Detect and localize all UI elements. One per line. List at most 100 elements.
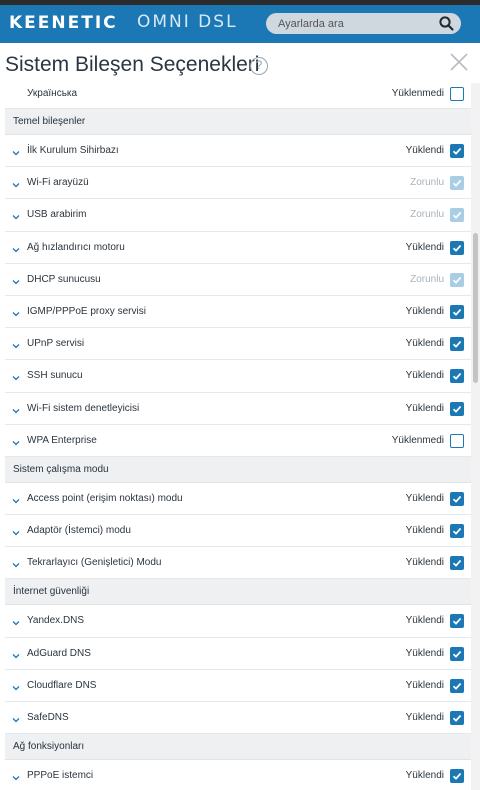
install-checkbox[interactable] — [450, 87, 464, 101]
component-row[interactable]: AdGuard DNS Yüklendi — [5, 637, 471, 670]
component-row[interactable]: Wi-Fi sistem denetleyicisi Yüklendi — [5, 392, 471, 425]
component-row[interactable]: SafeDNS Yüklendi — [5, 702, 471, 735]
section-title: İnternet güvenliği — [13, 586, 90, 598]
install-checkbox[interactable] — [450, 614, 464, 629]
component-status: Yüklendi — [405, 615, 444, 627]
component-row[interactable]: UPnP servisi Yüklendi — [5, 328, 471, 361]
chevron-down-icon[interactable] — [11, 648, 21, 659]
component-row[interactable]: Cloudflare DNS Yüklendi — [5, 669, 471, 702]
page-title: Sistem Bileşen Seçenekleri — [5, 53, 260, 76]
chevron-down-icon[interactable] — [11, 209, 21, 220]
component-status: Yüklendi — [405, 712, 444, 723]
install-checkbox[interactable] — [450, 769, 464, 784]
chevron-down-icon[interactable] — [11, 712, 21, 723]
component-row[interactable]: Wi-Fi arayüzü Zorunlu — [5, 167, 471, 200]
component-name: Українська — [27, 88, 78, 99]
component-name: Yandex.DNS — [27, 615, 85, 627]
component-row[interactable]: SSH sunucu Yüklendi — [5, 360, 471, 393]
component-status: Yüklendi — [405, 402, 444, 414]
install-checkbox — [450, 272, 464, 287]
close-icon[interactable] — [448, 51, 470, 73]
component-status: Zorunlu — [410, 273, 444, 285]
chevron-down-icon[interactable] — [11, 274, 21, 285]
install-checkbox[interactable] — [450, 369, 464, 384]
component-row[interactable]: Access point (erişim noktası) modu Yüklen… — [5, 482, 471, 516]
install-checkbox[interactable] — [450, 433, 464, 448]
component-status: Yüklendi — [405, 370, 444, 382]
component-name: IGMP/PPPoE proxy servisi — [27, 305, 146, 317]
component-status: Yüklendi — [405, 241, 444, 253]
component-name: Access point (erişim noktası) modu — [27, 492, 183, 504]
chevron-down-icon[interactable] — [11, 770, 21, 781]
component-name: Tekrarlayıcı (Genişletici) Modu — [27, 557, 162, 569]
install-checkbox — [450, 176, 464, 191]
component-status: Yüklendi — [405, 770, 444, 782]
component-name: SSH sunucu — [27, 370, 83, 382]
chevron-down-icon[interactable] — [11, 338, 21, 349]
component-status: Yüklendi — [405, 525, 444, 537]
component-row[interactable]: İlk Kurulum Sihirbazı Yüklendi — [5, 135, 471, 168]
chevron-down-icon[interactable] — [11, 525, 21, 536]
install-checkbox[interactable] — [450, 304, 464, 319]
install-checkbox[interactable] — [450, 144, 464, 158]
chevron-down-icon[interactable] — [11, 557, 21, 568]
chevron-down-icon[interactable] — [11, 306, 21, 317]
component-row[interactable]: Українська Yüklenmedi — [5, 83, 471, 109]
search-icon[interactable] — [438, 15, 455, 32]
component-list: Українська Yüklenmedi Temel bileşenler İlk … — [5, 83, 471, 790]
install-checkbox[interactable] — [450, 646, 464, 661]
section-header: Ağ fonksiyonları — [5, 734, 471, 761]
chevron-down-icon[interactable] — [11, 615, 21, 626]
chevron-down-icon[interactable] — [11, 177, 21, 188]
section-title: Sistem çalışma modu — [13, 463, 109, 475]
scrollbar-thumb[interactable] — [473, 233, 478, 383]
install-checkbox[interactable] — [450, 401, 464, 416]
component-row[interactable]: Yandex.DNS Yüklendi — [5, 605, 471, 638]
component-name: Adaptör (İstemci) modu — [27, 525, 131, 537]
chevron-down-icon[interactable] — [11, 680, 21, 691]
install-checkbox[interactable] — [450, 337, 464, 352]
component-row[interactable]: USB arabirim Zorunlu — [5, 199, 471, 232]
search-input[interactable] — [278, 15, 428, 32]
help-icon[interactable]: ? — [250, 57, 268, 75]
component-name: Ağ hızlandırıcı motoru — [27, 241, 125, 253]
component-name: İlk Kurulum Sihirbazı — [27, 145, 119, 156]
chevron-down-icon[interactable] — [11, 493, 21, 504]
component-name: Cloudflare DNS — [27, 679, 97, 691]
search-box[interactable] — [266, 13, 461, 34]
section-header: İnternet güvenliği — [5, 579, 471, 606]
component-name: UPnP servisi — [27, 338, 85, 350]
install-checkbox[interactable] — [450, 711, 464, 725]
components-dialog: Sistem Bileşen Seçenekleri ? Українська Y… — [0, 43, 480, 790]
component-row[interactable]: PPPoE istemci Yüklendi — [5, 760, 471, 790]
component-row[interactable]: Ağ hızlandırıcı motoru Yüklendi — [5, 231, 471, 264]
section-header: Temel bileşenler — [5, 109, 471, 135]
component-row[interactable]: Adaptör (İstemci) modu Yüklendi — [5, 515, 471, 548]
chevron-down-icon[interactable] — [11, 242, 21, 252]
component-row[interactable]: WPA Enterprise Yüklenmedi — [5, 424, 471, 457]
component-status: Zorunlu — [410, 209, 444, 221]
install-checkbox[interactable] — [450, 556, 464, 571]
component-status: Yüklendi — [405, 492, 444, 504]
install-checkbox[interactable] — [450, 678, 464, 693]
header-bar: KEENETIC OMNI DSL — [0, 5, 480, 43]
chevron-down-icon[interactable] — [11, 370, 21, 381]
component-row[interactable]: Tekrarlayıcı (Genişletici) Modu Yüklendi — [5, 547, 471, 580]
install-checkbox[interactable] — [450, 491, 464, 506]
install-checkbox — [450, 208, 464, 223]
component-row[interactable]: DHCP sunucusu Zorunlu — [5, 263, 471, 296]
install-checkbox[interactable] — [450, 524, 464, 539]
chevron-down-icon[interactable] — [11, 435, 21, 446]
chevron-down-icon[interactable] — [11, 403, 21, 413]
component-name: Wi-Fi sistem denetleyicisi — [27, 402, 140, 414]
component-list-viewport[interactable]: Українська Yüklenmedi Temel bileşenler İlk … — [0, 83, 480, 790]
component-name: PPPoE istemci — [27, 770, 94, 782]
brand-logo: KEENETIC — [9, 13, 118, 33]
component-status: Zorunlu — [410, 177, 444, 189]
section-title: Ağ fonksiyonları — [13, 741, 85, 753]
install-checkbox[interactable] — [450, 240, 464, 255]
scrollbar[interactable] — [471, 83, 480, 790]
chevron-down-icon[interactable] — [11, 145, 21, 156]
component-status: Yüklenmedi — [391, 434, 444, 446]
component-row[interactable]: IGMP/PPPoE proxy servisi Yüklendi — [5, 295, 471, 329]
